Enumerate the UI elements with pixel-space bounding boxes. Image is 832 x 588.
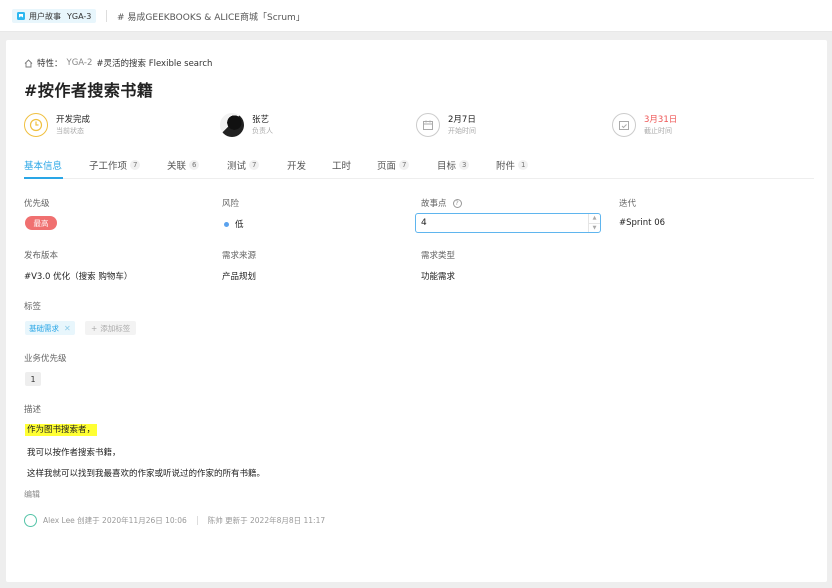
tab-label: 页面: [377, 161, 397, 172]
page-title[interactable]: #按作者搜索书籍: [24, 77, 153, 101]
feature-title[interactable]: #灵活的搜索 Flexible search: [96, 57, 212, 69]
stepper-down-icon[interactable]: ▼: [589, 224, 600, 233]
risk-dot-icon: [224, 222, 229, 227]
tab-test[interactable]: 测试 7: [227, 156, 260, 174]
help-icon[interactable]: ?: [452, 199, 462, 208]
owner-key: 负责人: [252, 127, 273, 135]
feature-id[interactable]: YGA-2: [67, 58, 93, 68]
owner-value: 张艺: [252, 115, 270, 125]
detail-tabs: 基本信息 子工作项 7 关联 6 测试 7 开发 工时 页面 7 目标 3 附件 1: [24, 156, 814, 179]
description-line[interactable]: 这样我就可以找到我最喜欢的作家或听说过的作家的所有书籍。: [27, 467, 265, 479]
avatar: [220, 113, 244, 137]
user-story-icon: [17, 12, 25, 20]
status-key: 当前状态: [56, 127, 84, 135]
work-item-id: YGA-3: [67, 11, 92, 21]
clock-icon: [24, 113, 48, 137]
number-stepper[interactable]: ▲ ▼: [588, 214, 600, 232]
work-item-type-chip[interactable]: 用户故事 YGA-3: [12, 9, 97, 23]
tab-count: 7: [249, 160, 260, 170]
story-points-label-text: 故事点: [421, 199, 447, 209]
risk-text: 低: [235, 220, 244, 230]
tab-label: 目标: [437, 161, 457, 172]
close-icon[interactable]: ✕: [64, 324, 71, 333]
project-link[interactable]: # 易成GEEKBOOKS & ALICE商城「Scrum」: [117, 10, 305, 23]
priority-badge[interactable]: 最高: [25, 216, 57, 230]
description-label: 描述: [24, 405, 42, 415]
start-date-meta[interactable]: 2月7日 开始时间: [416, 113, 476, 137]
tab-count: 3: [459, 160, 470, 170]
tab-relations[interactable]: 关联 6: [167, 156, 200, 174]
iteration-value[interactable]: #Sprint 06: [619, 218, 665, 228]
divider: [196, 516, 198, 525]
divider: [106, 10, 107, 22]
due-date-key: 截止时间: [644, 127, 672, 135]
description-line-highlighted[interactable]: 作为图书搜索者，: [25, 424, 98, 436]
edit-description-link[interactable]: 编辑: [24, 489, 40, 500]
tab-label: 关联: [167, 161, 187, 172]
tag-text: 基础需求: [29, 323, 59, 333]
owner-meta[interactable]: 张艺 负责人: [220, 113, 273, 137]
description-line[interactable]: 我可以按作者搜索书籍，: [27, 446, 121, 458]
tab-basic-info[interactable]: 基本信息: [24, 156, 62, 174]
tab-count: 6: [189, 160, 200, 170]
tab-label: 附件: [496, 161, 516, 172]
req-type-value[interactable]: 功能需求: [421, 270, 455, 282]
tab-label: 测试: [227, 161, 247, 172]
due-date-meta[interactable]: 3月31日 截止时间: [612, 113, 677, 137]
tab-count: 7: [130, 160, 141, 170]
story-points-input[interactable]: 4: [415, 213, 601, 233]
work-item-detail-card: 特性： YGA-2 #灵活的搜索 Flexible search #按作者搜索书…: [6, 40, 827, 582]
tab-count: 1: [518, 160, 529, 170]
story-points-label: 故事点?: [421, 197, 462, 209]
home-icon[interactable]: [24, 58, 33, 68]
risk-value[interactable]: 低: [224, 218, 244, 230]
release-value[interactable]: #V3.0 优化（搜索 购物车）: [24, 270, 132, 282]
avatar: [24, 514, 37, 527]
risk-label: 风险: [222, 199, 240, 209]
tag-chip[interactable]: 基础需求 ✕: [25, 321, 75, 335]
status-meta[interactable]: 开发完成 当前状态: [24, 113, 90, 137]
source-value[interactable]: 产品规划: [222, 270, 256, 282]
audit-footer: Alex Lee 创建于 2020年11月26日 10:06 陈帅 更新于 20…: [24, 514, 325, 527]
active-tab-indicator: [24, 177, 63, 179]
start-date-value: 2月7日: [448, 115, 476, 125]
tab-count: 7: [399, 160, 410, 170]
tab-label: 子工作项: [89, 161, 128, 172]
iteration-label: 迭代: [619, 199, 637, 209]
priority-label: 优先级: [24, 199, 50, 209]
feature-label: 特性：: [37, 59, 63, 69]
calendar-check-icon: [612, 113, 636, 137]
due-date-value: 3月31日: [644, 115, 678, 125]
start-date-key: 开始时间: [448, 127, 476, 135]
stepper-up-icon[interactable]: ▲: [589, 214, 600, 224]
plus-icon: +: [91, 323, 98, 333]
calendar-icon: [416, 113, 440, 137]
biz-priority-value[interactable]: 1: [25, 372, 41, 386]
req-type-label: 需求类型: [421, 251, 456, 261]
tab-label: 基本信息: [24, 161, 63, 172]
tab-work-hours[interactable]: 工时: [332, 156, 351, 174]
add-tag-label: 添加标签: [100, 323, 131, 333]
source-label: 需求来源: [222, 251, 257, 261]
tab-goals[interactable]: 目标 3: [437, 156, 470, 174]
biz-priority-label: 业务优先级: [24, 354, 67, 364]
tab-label: 工时: [332, 161, 352, 172]
tab-attachments[interactable]: 附件 1: [496, 156, 529, 174]
tags-label: 标签: [24, 302, 42, 312]
tab-pages[interactable]: 页面 7: [377, 156, 410, 174]
top-bar: 用户故事 YGA-3 # 易成GEEKBOOKS & ALICE商城「Scrum…: [0, 0, 832, 32]
release-label: 发布版本: [24, 251, 59, 261]
created-info: Alex Lee 创建于 2020年11月26日 10:06: [43, 516, 187, 525]
tab-development[interactable]: 开发: [287, 156, 306, 174]
updated-info: 陈帅 更新于 2022年8月8日 11:17: [207, 516, 326, 525]
tab-sub-items[interactable]: 子工作项 7: [89, 156, 141, 174]
status-value: 开发完成: [56, 115, 91, 125]
work-item-type-label: 用户故事: [29, 11, 61, 21]
tab-label: 开发: [287, 161, 307, 172]
breadcrumb: 特性： YGA-2 #灵活的搜索 Flexible search: [24, 57, 212, 69]
add-tag-button[interactable]: + 添加标签: [85, 321, 137, 335]
